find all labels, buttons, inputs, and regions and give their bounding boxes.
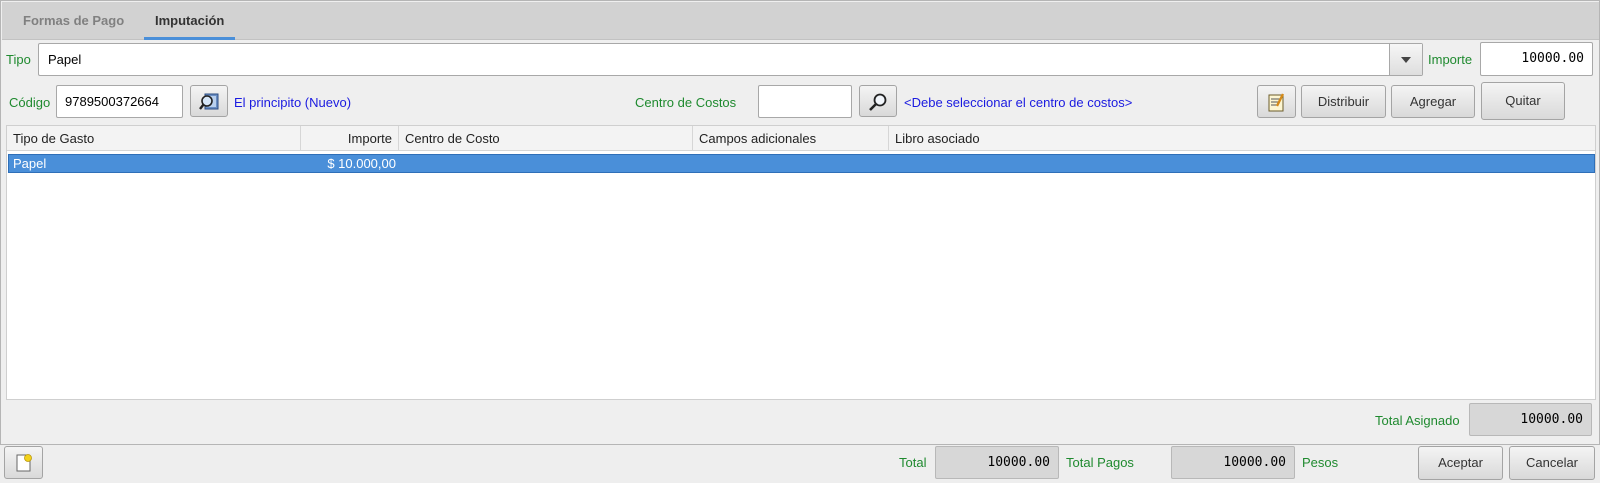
currency-label: Pesos [1302, 455, 1339, 470]
tipo-select[interactable]: Papel [38, 43, 1423, 76]
total-pagos-value: 10000.00 [1171, 446, 1295, 479]
importe-input[interactable]: 10000.00 [1480, 42, 1593, 76]
total-asignado-label: Total Asignado [1375, 413, 1460, 428]
notes-button[interactable] [1257, 85, 1296, 118]
tab-formas-de-pago[interactable]: Formas de Pago [12, 2, 135, 40]
search-icon [869, 93, 887, 111]
new-document-button[interactable] [4, 446, 43, 479]
importe-label: Importe [1428, 52, 1473, 67]
agregar-button[interactable]: Agregar [1391, 85, 1475, 118]
search-book-icon [199, 93, 219, 110]
centro-costos-input[interactable] [758, 85, 852, 118]
table-header: Tipo de Gasto Importe Centro de Costo Ca… [7, 126, 1595, 151]
total-label: Total [899, 455, 927, 470]
centro-search-button[interactable] [859, 85, 897, 117]
aceptar-button[interactable]: Aceptar [1418, 446, 1503, 480]
search-book-button[interactable] [190, 85, 228, 117]
centro-costos-label: Centro de Costos [635, 95, 737, 110]
dropdown-arrow-icon[interactable] [1389, 44, 1422, 75]
cancelar-button[interactable]: Cancelar [1509, 446, 1595, 480]
imputacion-panel: Formas de Pago Imputación Tipo Papel Imp… [0, 0, 1600, 445]
codigo-label: Código [9, 95, 51, 110]
cell-libro-asociado [891, 155, 1291, 172]
quitar-button[interactable]: Quitar [1481, 82, 1565, 120]
column-libro-asociado[interactable]: Libro asociado [889, 126, 1595, 151]
cell-importe: $ 10.000,00 [327, 156, 396, 171]
tab-bar: Formas de Pago Imputación [2, 2, 1599, 40]
total-value: 10000.00 [935, 446, 1059, 479]
total-pagos-label: Total Pagos [1066, 455, 1134, 470]
centro-costos-message: <Debe seleccionar el centro de costos> [904, 95, 1133, 110]
column-campos-adicionales[interactable]: Campos adicionales [693, 126, 889, 151]
column-centro-costo[interactable]: Centro de Costo [399, 126, 693, 151]
cell-campos-adicionales [695, 155, 891, 172]
column-importe[interactable]: Importe [301, 126, 399, 151]
new-document-icon [16, 454, 32, 472]
column-tipo-gasto[interactable]: Tipo de Gasto [7, 126, 301, 151]
cell-tipo-gasto: Papel [13, 156, 47, 171]
tipo-label: Tipo [6, 52, 31, 67]
cell-centro-costo [401, 155, 695, 172]
distribuir-button[interactable]: Distribuir [1301, 85, 1386, 118]
total-asignado-value: 10000.00 [1469, 403, 1592, 436]
table-row[interactable]: Papel $ 10.000,00 [8, 154, 1595, 173]
imputacion-table[interactable]: Tipo de Gasto Importe Centro de Costo Ca… [6, 125, 1596, 400]
codigo-input[interactable]: 9789500372664 [56, 85, 183, 118]
tipo-value: Papel [48, 52, 82, 67]
tab-imputacion[interactable]: Imputación [144, 2, 236, 40]
codigo-description: El principito (Nuevo) [234, 95, 352, 110]
notes-icon [1268, 93, 1285, 112]
